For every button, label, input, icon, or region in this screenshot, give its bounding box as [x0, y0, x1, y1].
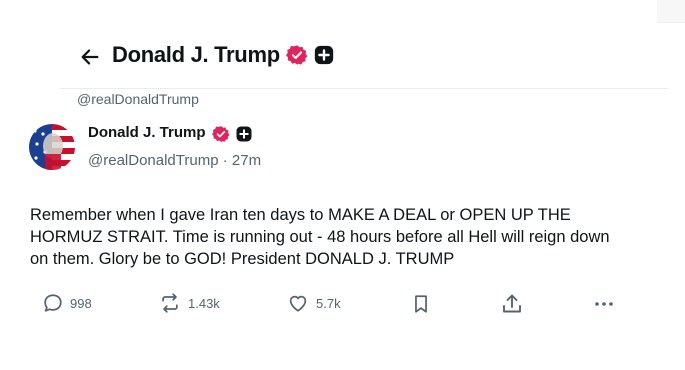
like-button[interactable]: 5.7k [286, 292, 341, 314]
back-button[interactable] [78, 45, 102, 69]
action-bar: 998 1.43k 5.7k [30, 292, 630, 318]
header-title: Donald J. Trump [112, 42, 280, 67]
reply-count: 998 [70, 295, 92, 311]
bookmark-button[interactable] [410, 292, 432, 316]
meta-separator: · [222, 152, 228, 169]
verified-badge-icon [212, 125, 230, 143]
avatar[interactable] [29, 124, 75, 170]
author-meta: @realDonaldTrump · 27m [88, 152, 261, 169]
more-button[interactable] [592, 292, 616, 316]
post-text: Remember when I gave Iran ten days to MA… [30, 206, 610, 268]
repost-count: 1.43k [188, 295, 220, 311]
plus-badge-icon [313, 44, 335, 66]
like-count: 5.7k [316, 295, 341, 311]
plus-badge-icon [235, 125, 253, 143]
share-button[interactable] [500, 292, 524, 316]
header-handle: @realDonaldTrump [77, 91, 199, 107]
reply-button[interactable]: 998 [42, 292, 92, 314]
bookmark-icon [410, 292, 432, 316]
verified-badge-icon [286, 44, 308, 66]
share-upload-icon [500, 292, 524, 316]
profile-header: Donald J. Trump [60, 36, 668, 89]
heart-icon [286, 292, 310, 314]
arrow-left-icon [79, 46, 101, 68]
ellipsis-icon [592, 292, 616, 316]
comment-bubble-icon [42, 292, 64, 314]
repost-button[interactable]: 1.43k [158, 292, 220, 314]
author-handle[interactable]: @realDonaldTrump [88, 152, 219, 169]
corner-box [657, 0, 685, 23]
post-time[interactable]: 27m [232, 152, 261, 169]
repost-icon [158, 292, 182, 314]
author-name[interactable]: Donald J. Trump [88, 124, 206, 141]
